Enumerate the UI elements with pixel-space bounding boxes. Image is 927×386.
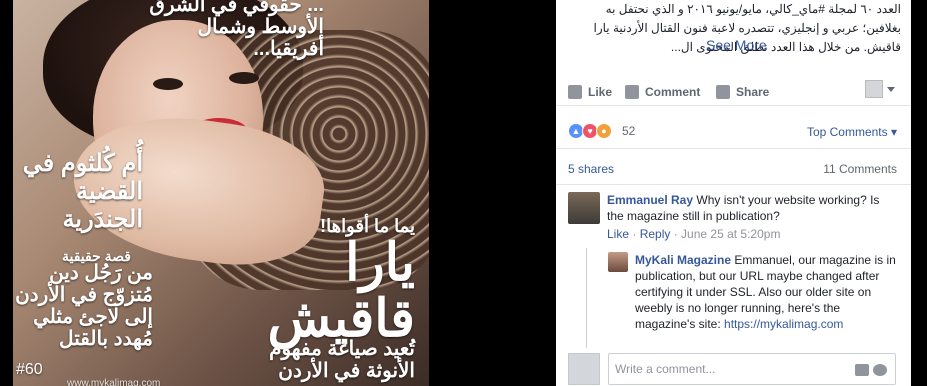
comment-reply-link[interactable]: Reply xyxy=(640,227,671,241)
post-as-selector[interactable] xyxy=(865,80,895,98)
comment: Emmanuel Ray Why isn't your website work… xyxy=(568,192,898,241)
avatar xyxy=(568,353,600,385)
cover-eye xyxy=(153,78,183,90)
comment-input-placeholder: Write a comment... xyxy=(615,362,716,376)
comment-meta: Like · Reply · June 25 at 5:20pm xyxy=(607,227,781,241)
action-bar: Like Comment Share xyxy=(556,76,911,106)
comment-body: MyKali Magazine Emmanuel, our magazine i… xyxy=(635,252,900,332)
divider xyxy=(556,184,911,185)
comment-author[interactable]: Emmanuel Ray xyxy=(607,193,693,207)
comment-author[interactable]: MyKali Magazine xyxy=(635,253,731,267)
cover-name: يارا قاقيش xyxy=(267,234,415,348)
cover-top-text: ... حقوقي في الشرق الأوسط وشمال أفريقيا.… xyxy=(149,0,324,60)
see-more-link[interactable]: See More xyxy=(706,37,767,53)
comment-icon xyxy=(625,85,639,99)
comment-button[interactable]: Comment xyxy=(625,85,700,99)
comment-body: Emmanuel Ray Why isn't your website work… xyxy=(607,192,898,224)
angry-reaction-icon: ● xyxy=(596,123,612,139)
cover-headline: أُم كُلثوم في القضية الجندَرية xyxy=(22,150,143,233)
reactions-summary[interactable]: ▲ ♥ ● 52 xyxy=(568,123,635,139)
comment-input[interactable]: Write a comment... xyxy=(608,353,896,385)
cover-eye xyxy=(229,72,259,84)
shares-link[interactable]: 5 shares xyxy=(568,162,614,176)
comment-composer: Write a comment... xyxy=(568,353,896,385)
cover-story: من رَجُل دين مُتزوّج في الأردن إلى لاجئ … xyxy=(15,262,153,350)
chevron-down-icon xyxy=(887,86,895,92)
share-label: Share xyxy=(736,85,770,99)
avatar xyxy=(865,80,883,98)
like-button[interactable]: Like xyxy=(568,85,612,99)
camera-icon[interactable] xyxy=(855,364,869,376)
scrollbar[interactable] xyxy=(911,0,927,386)
share-button[interactable]: Share xyxy=(716,85,769,99)
comment-timestamp[interactable]: June 25 at 5:20pm xyxy=(681,227,780,241)
magazine-cover-photo[interactable]: ... حقوقي في الشرق الأوسط وشمال أفريقيا.… xyxy=(13,0,429,386)
top-comments-label: Top Comments xyxy=(806,125,888,139)
cover-site: www.mykalimag.com xyxy=(67,378,161,386)
cover-issue-number: #60 xyxy=(16,361,43,378)
comment-like-link[interactable]: Like xyxy=(607,227,629,241)
comment-url-link[interactable]: https://mykalimag.com xyxy=(724,317,843,331)
comment-reply: MyKali Magazine Emmanuel, our magazine i… xyxy=(608,252,900,332)
comments-count-link[interactable]: 11 Comments xyxy=(823,162,897,176)
share-icon xyxy=(716,85,730,99)
thumbs-up-icon xyxy=(568,85,582,99)
post-panel: العدد ٦٠ لمجلة #ماي_كالي، مايو/يونيو ٢٠١… xyxy=(556,0,911,386)
comment-label: Comment xyxy=(645,85,701,99)
emoji-icon[interactable] xyxy=(873,364,887,376)
like-label: Like xyxy=(588,85,613,99)
avatar[interactable] xyxy=(608,252,628,272)
avatar[interactable] xyxy=(568,192,600,224)
reaction-count: 52 xyxy=(622,124,636,138)
top-comments-dropdown[interactable]: Top Comments ▾ xyxy=(807,125,897,139)
reply-thread-line xyxy=(586,248,587,348)
cover-subtitle: تُعيد صياغة مفهوم الأنوثة في الأردن xyxy=(269,338,415,382)
divider xyxy=(556,148,911,149)
